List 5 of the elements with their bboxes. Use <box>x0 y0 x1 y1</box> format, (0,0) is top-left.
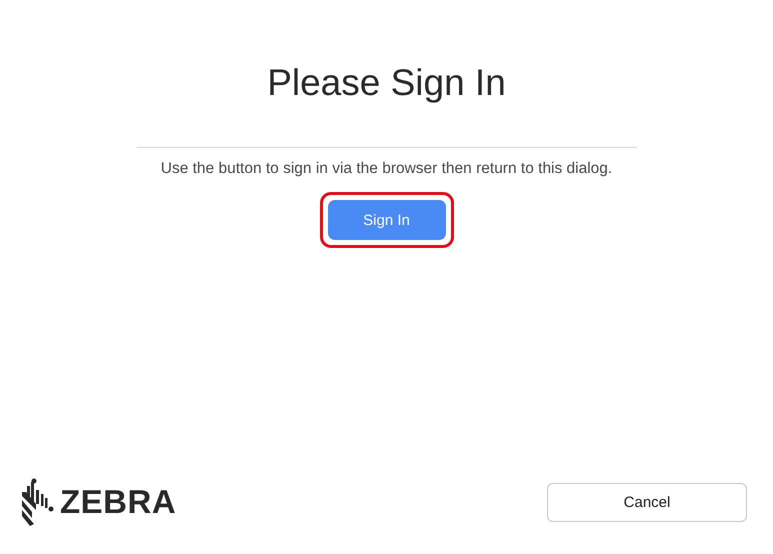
instruction-text: Use the button to sign in via the browser then return to this dialog. <box>160 160 612 178</box>
dialog-title: Please Sign In <box>267 61 506 105</box>
zebra-stripes-icon <box>22 478 54 526</box>
cancel-button[interactable]: Cancel <box>547 482 747 522</box>
logo-wordmark: ZEBRA <box>60 483 176 521</box>
